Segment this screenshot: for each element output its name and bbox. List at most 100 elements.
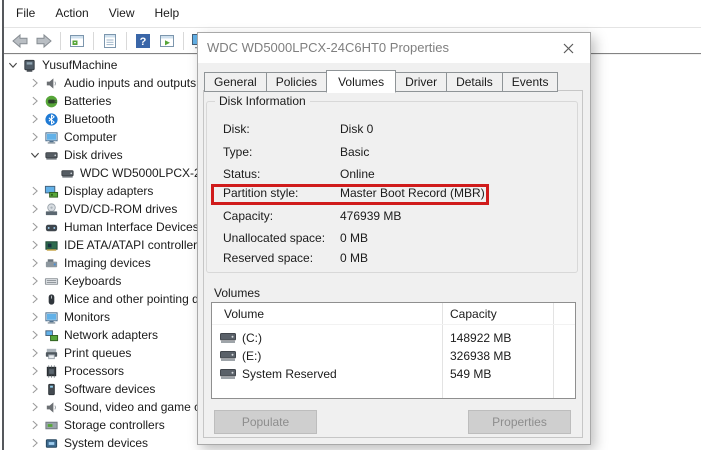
chevron-right-icon[interactable] (28, 364, 42, 378)
chevron-right-icon[interactable] (28, 112, 42, 126)
toolbar-separator (183, 31, 184, 50)
column-header-volume[interactable]: Volume (224, 307, 264, 321)
volume-icon (220, 351, 236, 365)
monitor-icon (44, 130, 59, 145)
tab-events[interactable]: Events (501, 72, 559, 92)
tree-item-label: IDE ATA/ATAPI controllers (64, 238, 204, 252)
tree-item-label: Imaging devices (64, 256, 151, 270)
volume-capacity: 549 MB (450, 367, 492, 381)
tree-item-label: Display adapters (64, 184, 154, 198)
chevron-right-icon[interactable] (28, 400, 42, 414)
chevron-right-icon[interactable] (28, 346, 42, 360)
menu-help[interactable]: Help (145, 0, 190, 27)
populate-button: Populate (214, 410, 317, 434)
chevron-right-icon[interactable] (28, 418, 42, 432)
column-header-capacity[interactable]: Capacity (450, 307, 497, 321)
back-arrow-icon[interactable] (11, 32, 29, 50)
computer-machine-icon (22, 58, 37, 73)
console-tree-icon[interactable] (68, 32, 86, 50)
bluetooth-icon (44, 112, 59, 127)
imaging-device-icon (44, 256, 59, 271)
disk-info-label: Status: (223, 167, 261, 181)
disk-info-value: 0 MB (340, 231, 369, 245)
tree-item-label: Computer (64, 130, 117, 144)
tab-details[interactable]: Details (446, 72, 503, 92)
volume-name: (E:) (242, 349, 262, 363)
tab-policies[interactable]: Policies (265, 72, 328, 92)
chevron-right-icon[interactable] (28, 310, 42, 324)
tree-item-label: Print queues (64, 346, 132, 360)
chevron-right-icon[interactable] (28, 292, 42, 306)
disk-info-row-unallocated-space: Unallocated space: 0 MB (223, 231, 569, 247)
chevron-right-icon[interactable] (28, 238, 42, 252)
menu-view[interactable]: View (99, 0, 145, 27)
disk-info-label: Type: (223, 145, 253, 159)
tree-item-label: System devices (64, 436, 149, 450)
tree-item-label: Batteries (64, 94, 112, 108)
chevron-right-icon[interactable] (28, 382, 42, 396)
volume-icon (220, 369, 236, 383)
chevron-right-icon[interactable] (28, 76, 42, 90)
volumes-label: Volumes (214, 286, 261, 300)
tree-item-label: DVD/CD-ROM drives (64, 202, 178, 216)
tree-item-label: Network adapters (64, 328, 159, 342)
network-adapter-icon (44, 328, 59, 343)
dialog-titlebar[interactable]: WDC WD5000LPCX-24C6HT0 Properties (198, 33, 590, 63)
menu-action[interactable]: Action (45, 0, 98, 27)
chevron-right-icon[interactable] (28, 130, 42, 144)
disk-info-value: 0 MB (340, 251, 369, 265)
disk-info-row-type: Type: Basic (223, 145, 569, 161)
chevron-right-icon[interactable] (28, 274, 42, 288)
disk-info-row-capacity: Capacity: 476939 MB (223, 209, 569, 225)
disk-icon (44, 148, 59, 163)
chevron-right-icon[interactable] (28, 256, 42, 270)
close-icon[interactable] (547, 34, 589, 62)
chevron-right-icon[interactable] (28, 436, 42, 450)
chevron-down-icon[interactable] (28, 148, 42, 162)
disk-info-label: Capacity: (223, 209, 274, 223)
tab-volumes[interactable]: Volumes (326, 70, 397, 93)
tree-item-label: Storage controllers (64, 418, 165, 432)
toolbar-separator (126, 31, 127, 50)
menu-file[interactable]: File (6, 0, 45, 27)
chevron-right-icon[interactable] (28, 202, 42, 216)
hid-icon (44, 220, 59, 235)
properties-page-icon[interactable] (101, 32, 119, 50)
chevron-right-icon[interactable] (28, 328, 42, 342)
action-pane-icon[interactable] (158, 32, 176, 50)
volumes-list[interactable]: Volume Capacity (C:) 148922 MB (E:) 3269… (211, 302, 576, 399)
disk-info-row-status: Status: Online (223, 167, 569, 183)
chevron-right-icon (44, 166, 58, 180)
display-adapter-icon (44, 184, 59, 199)
tab-general[interactable]: General (204, 72, 267, 92)
software-device-icon (44, 382, 59, 397)
processor-icon (44, 364, 59, 379)
volume-row-system-reserved[interactable]: System Reserved 549 MB (212, 365, 575, 383)
forward-arrow-icon[interactable] (35, 32, 53, 50)
monitor-icon (44, 310, 59, 325)
volume-capacity: 326938 MB (450, 349, 512, 363)
tree-item-label: Processors (64, 364, 125, 378)
chevron-right-icon[interactable] (28, 94, 42, 108)
chevron-right-icon[interactable] (28, 220, 42, 234)
tree-item-label: Disk drives (64, 148, 123, 162)
mouse-icon (44, 292, 59, 307)
toolbar-separator (93, 31, 94, 50)
volume-row-e[interactable]: (E:) 326938 MB (212, 347, 575, 365)
volume-row-c[interactable]: (C:) 148922 MB (212, 329, 575, 347)
disk-info-value: Online (340, 167, 375, 181)
disk-info-label: Unallocated space: (223, 231, 326, 245)
disk-info-value: Disk 0 (340, 122, 374, 136)
tab-driver[interactable]: Driver (395, 72, 448, 92)
volumes-list-header: Volume Capacity (212, 303, 575, 325)
volume-capacity: 148922 MB (450, 331, 512, 345)
help-icon[interactable]: ? (134, 32, 152, 50)
chevron-down-icon[interactable] (6, 58, 20, 72)
tab-strip: General Policies Volumes Driver Details Event… (204, 70, 559, 93)
tree-item-label: Software devices (64, 382, 156, 396)
chevron-right-icon[interactable] (28, 184, 42, 198)
keyboard-icon (44, 274, 59, 289)
tree-item-label: Monitors (64, 310, 111, 324)
disk-info-row-disk: Disk: Disk 0 (223, 122, 569, 138)
tree-item-label: Audio inputs and outputs (64, 76, 197, 90)
